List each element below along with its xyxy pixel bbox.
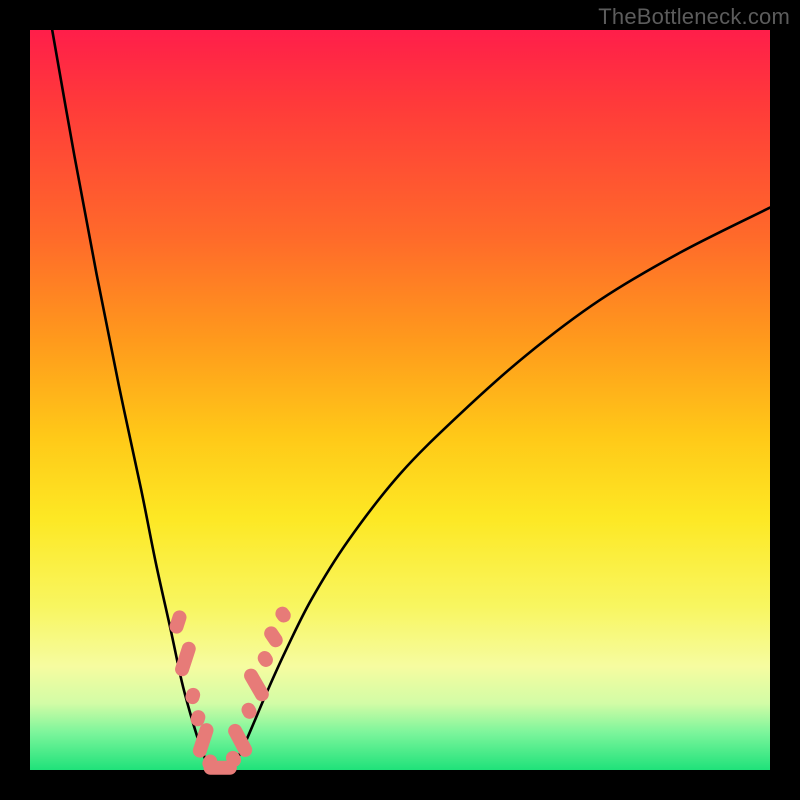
markers-group: [168, 604, 294, 775]
curve-right-branch: [231, 208, 770, 768]
bead-marker: [273, 604, 294, 625]
plot-area: [30, 30, 770, 770]
curve-layer: [30, 30, 770, 770]
watermark-text: TheBottleneck.com: [598, 4, 790, 30]
bead-marker: [255, 648, 275, 669]
bead-marker: [261, 624, 285, 650]
bead-marker: [241, 666, 271, 704]
chart-frame: TheBottleneck.com: [0, 0, 800, 800]
curve-group: [52, 30, 770, 768]
